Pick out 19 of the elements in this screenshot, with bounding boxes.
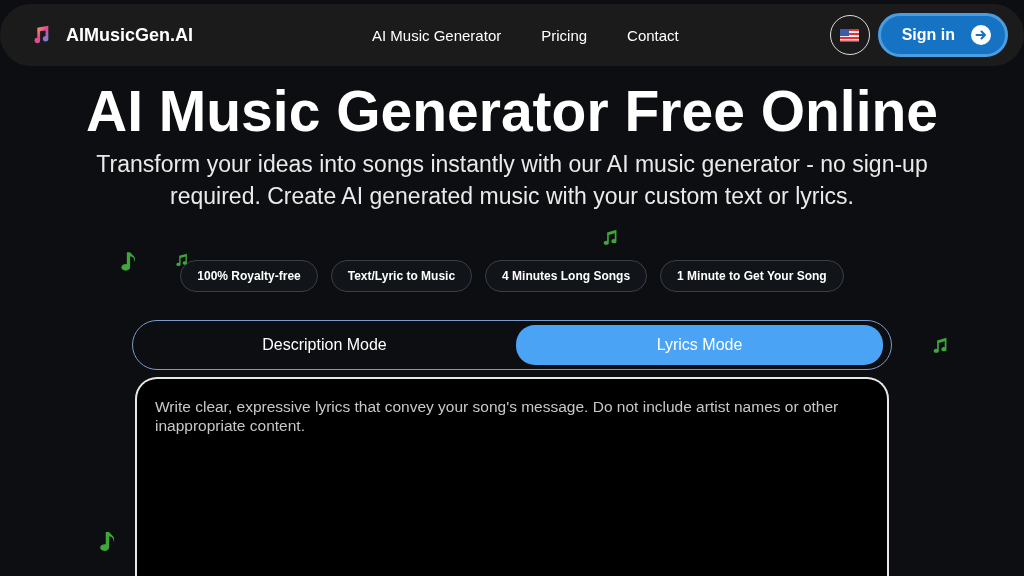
- music-note-icon: [120, 250, 138, 274]
- nav-link[interactable]: Pricing: [541, 26, 588, 44]
- nav-link[interactable]: AI Music Generator: [372, 26, 502, 44]
- flag-icon: [840, 28, 860, 42]
- nav-link[interactable]: Contact: [627, 26, 679, 44]
- arrow-right-icon: [971, 25, 991, 45]
- mode-tab[interactable]: Description Mode: [141, 325, 508, 365]
- music-note-icon: [175, 253, 189, 267]
- brand-name[interactable]: AIMusicGen.AI: [66, 24, 194, 46]
- music-note-icon: [602, 229, 619, 246]
- page-title: AI Music Generator Free Online: [85, 78, 939, 144]
- feature-tag: Text/Lyric to Music: [330, 260, 473, 292]
- sign-in-button[interactable]: Sign in: [877, 13, 1008, 57]
- subtitle: Transform your ideas into songs instantly with our AI music generator - no sign-up required. Create AI generated music with your custom text or lyrics.: [95, 150, 929, 211]
- feature-tag: 100% Royalty-free: [180, 260, 318, 292]
- lyrics-field[interactable]: Write clear, expressive lyrics that convey your song's message. Do not include artist names or other inappropriate content.: [135, 377, 889, 576]
- feature-tag: 4 Minutes Long Songs: [485, 260, 648, 292]
- music-note-icon: [932, 337, 949, 354]
- feature-tag: 1 Minute to Get Your Song: [660, 260, 844, 292]
